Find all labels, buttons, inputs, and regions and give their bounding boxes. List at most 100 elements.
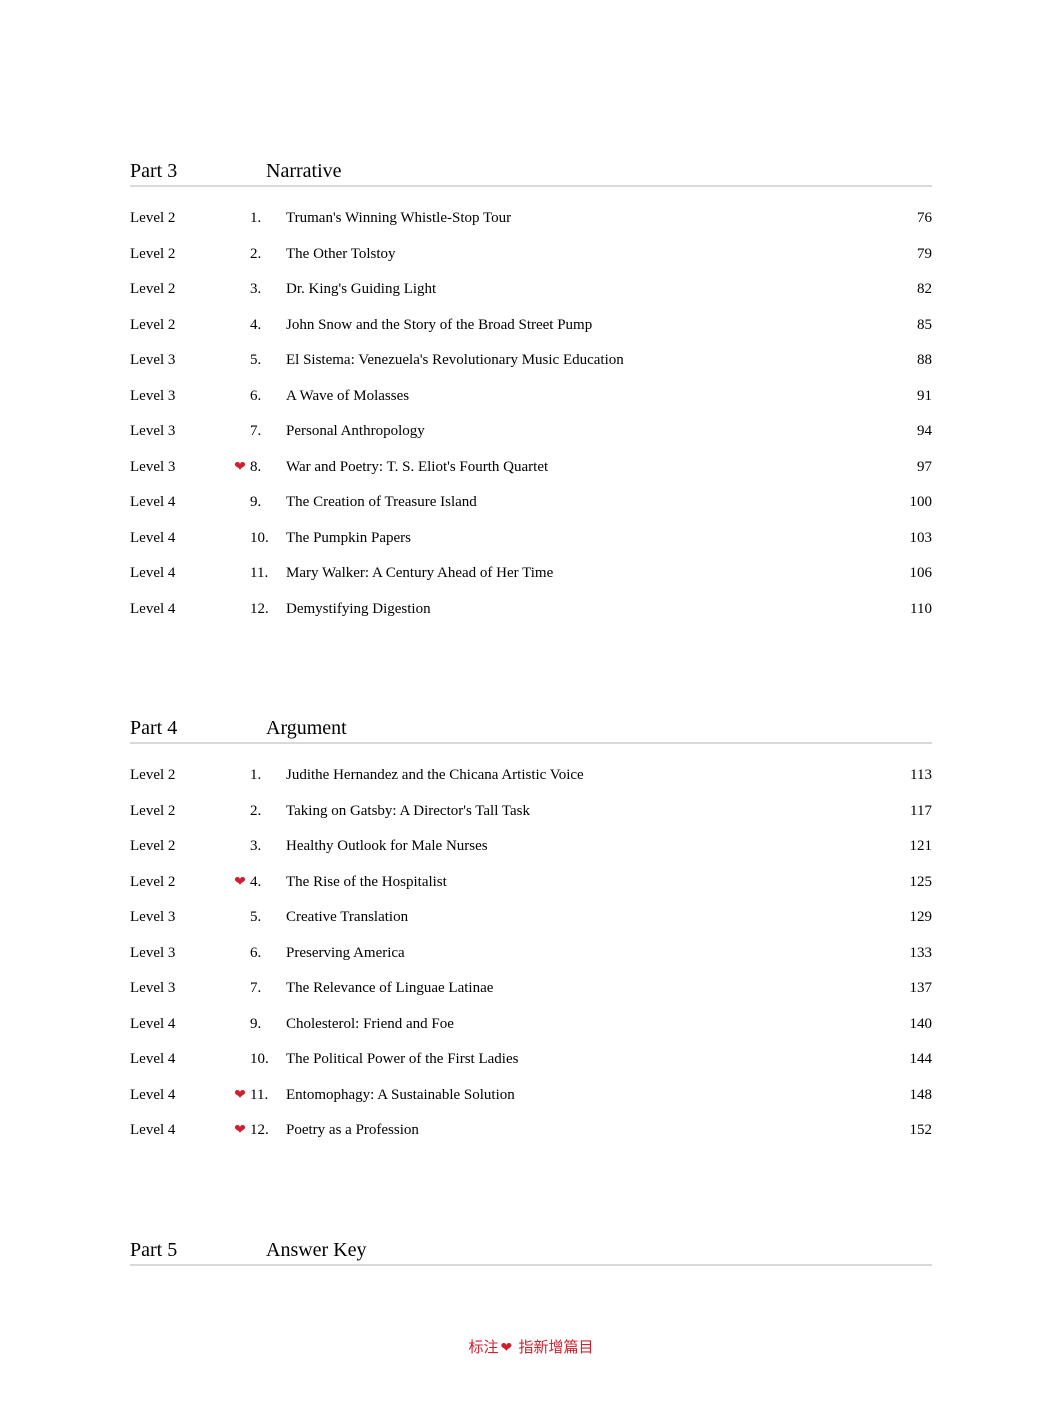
level-label: Level 2 bbox=[130, 873, 230, 893]
entry-number: 4. bbox=[250, 316, 286, 336]
section-header: Part 4 Argument bbox=[130, 717, 932, 744]
part-title: Narrative bbox=[266, 160, 342, 183]
level-label: Level 4 bbox=[130, 1015, 230, 1035]
entry-number: 12. bbox=[250, 600, 286, 620]
entry-title: A Wave of Molasses bbox=[286, 387, 882, 407]
entry-title: Preserving America bbox=[286, 944, 882, 964]
entry-title: Personal Anthropology bbox=[286, 422, 882, 442]
toc-row: Level 2 3.Dr. King's Guiding Light82 bbox=[130, 272, 932, 308]
level-label: Level 4 bbox=[130, 600, 230, 620]
legend-prefix: 标注 bbox=[469, 1339, 499, 1356]
legend-suffix: 指新增篇目 bbox=[514, 1339, 593, 1356]
level-label: Level 4 bbox=[130, 1121, 230, 1141]
page-number: 144 bbox=[882, 1050, 932, 1070]
level-label: Level 2 bbox=[130, 209, 230, 229]
entry-number: 10. bbox=[250, 529, 286, 549]
page-number: 76 bbox=[882, 209, 932, 229]
toc-row: Level 410.The Political Power of the Fir… bbox=[130, 1042, 932, 1078]
toc-row: Level 22.Taking on Gatsby: A Director's … bbox=[130, 794, 932, 830]
entry-number: 5. bbox=[250, 351, 286, 371]
level-label: Level 3 bbox=[130, 458, 230, 478]
level-label: Level 3 bbox=[130, 908, 230, 928]
entry-title: The Creation of Treasure Island bbox=[286, 493, 882, 513]
toc-section-part5: Part 5 Answer Key bbox=[130, 1239, 932, 1266]
level-label: Level 4 bbox=[130, 564, 230, 584]
level-label: Level 2 bbox=[130, 280, 230, 300]
entry-number: 6. bbox=[250, 944, 286, 964]
toc-row: Level 2❤4.The Rise of the Hospitalist125 bbox=[130, 865, 932, 901]
toc-row: Level 3 5.El Sistema: Venezuela's Revolut… bbox=[130, 343, 932, 379]
entry-number: 9. bbox=[250, 493, 286, 513]
level-label: Level 2 bbox=[130, 316, 230, 336]
entry-title: Taking on Gatsby: A Director's Tall Task bbox=[286, 802, 882, 822]
page-number: 79 bbox=[882, 245, 932, 265]
page-number: 103 bbox=[882, 529, 932, 549]
page-number: 106 bbox=[882, 564, 932, 584]
page-number: 140 bbox=[882, 1015, 932, 1035]
document-page: Part 3 Narrative Level 2 1. Truman's Winni… bbox=[0, 0, 1062, 1417]
toc-rows-part4: Level 2 1.Judithe Hernandez and the Chica… bbox=[130, 758, 932, 1149]
page-number: 133 bbox=[882, 944, 932, 964]
page-number: 88 bbox=[882, 351, 932, 371]
page-number: 137 bbox=[882, 979, 932, 999]
level-label: Level 3 bbox=[130, 351, 230, 371]
entry-number: 7. bbox=[250, 979, 286, 999]
page-number: 117 bbox=[882, 802, 932, 822]
toc-row: Level 49.The Creation of Treasure Island… bbox=[130, 485, 932, 521]
entry-title: Judithe Hernandez and the Chicana Artist… bbox=[286, 766, 882, 786]
toc-row: Level 36.Preserving America133 bbox=[130, 936, 932, 972]
toc-row: Level 37.Personal Anthropology94 bbox=[130, 414, 932, 450]
level-label: Level 2 bbox=[130, 245, 230, 265]
toc-row: Level 3 5.Creative Translation129 bbox=[130, 900, 932, 936]
page-number: 91 bbox=[882, 387, 932, 407]
entry-title: The Other Tolstoy bbox=[286, 245, 882, 265]
toc-section-part4: Part 4 Argument Level 2 1.Judithe Hernand… bbox=[130, 717, 932, 1149]
level-label: Level 2 bbox=[130, 837, 230, 857]
entry-title: The Political Power of the First Ladies bbox=[286, 1050, 882, 1070]
page-number: 110 bbox=[882, 600, 932, 620]
entry-title: War and Poetry: T. S. Eliot's Fourth Qua… bbox=[286, 458, 882, 478]
level-label: Level 4 bbox=[130, 1050, 230, 1070]
entry-number: 11. bbox=[250, 1086, 286, 1106]
heart-icon: ❤ bbox=[230, 1087, 250, 1105]
page-number: 82 bbox=[882, 280, 932, 300]
part-label: Part 4 bbox=[130, 717, 230, 740]
part-title: Answer Key bbox=[266, 1239, 367, 1262]
part-title: Argument bbox=[266, 717, 347, 740]
entry-number: 7. bbox=[250, 422, 286, 442]
entry-number: 3. bbox=[250, 280, 286, 300]
toc-row: Level 412.Demystifying Digestion110 bbox=[130, 592, 932, 628]
entry-title: Truman's Winning Whistle-Stop Tour bbox=[286, 209, 882, 229]
entry-title: Dr. King's Guiding Light bbox=[286, 280, 882, 300]
entry-title: Entomophagy: A Sustainable Solution bbox=[286, 1086, 882, 1106]
entry-number: 4. bbox=[250, 873, 286, 893]
page-number: 129 bbox=[882, 908, 932, 928]
toc-row: Level 2 1.Judithe Hernandez and the Chica… bbox=[130, 758, 932, 794]
entry-number: 3. bbox=[250, 837, 286, 857]
page-number: 125 bbox=[882, 873, 932, 893]
page-number: 100 bbox=[882, 493, 932, 513]
page-number: 97 bbox=[882, 458, 932, 478]
entry-number: 5. bbox=[250, 908, 286, 928]
toc-row: Level 3❤8.War and Poetry: T. S. Eliot's … bbox=[130, 450, 932, 486]
page-number: 85 bbox=[882, 316, 932, 336]
toc-row: Level 37.The Relevance of Linguae Latina… bbox=[130, 971, 932, 1007]
entry-title: El Sistema: Venezuela's Revolutionary Mu… bbox=[286, 351, 882, 371]
entry-title: Creative Translation bbox=[286, 908, 882, 928]
entry-number: 8. bbox=[250, 458, 286, 478]
entry-title: Healthy Outlook for Male Nurses bbox=[286, 837, 882, 857]
entry-title: The Relevance of Linguae Latinae bbox=[286, 979, 882, 999]
section-header: Part 3 Narrative bbox=[130, 160, 932, 187]
toc-section-part3: Part 3 Narrative Level 21.Truman's Winni… bbox=[130, 160, 932, 627]
legend-note: 标注❤ 指新增篇目 bbox=[130, 1336, 932, 1357]
toc-row: Level 4❤12.Poetry as a Profession152 bbox=[130, 1113, 932, 1149]
level-label: Level 3 bbox=[130, 387, 230, 407]
level-label: Level 2 bbox=[130, 766, 230, 786]
entry-title: Cholesterol: Friend and Foe bbox=[286, 1015, 882, 1035]
section-header: Part 5 Answer Key bbox=[130, 1239, 932, 1266]
level-label: Level 3 bbox=[130, 422, 230, 442]
toc-row: Level 2 3.Healthy Outlook for Male Nurses… bbox=[130, 829, 932, 865]
entry-number: 1. bbox=[250, 766, 286, 786]
entry-title: Poetry as a Profession bbox=[286, 1121, 882, 1141]
toc-row: Level 24.John Snow and the Story of the … bbox=[130, 308, 932, 344]
